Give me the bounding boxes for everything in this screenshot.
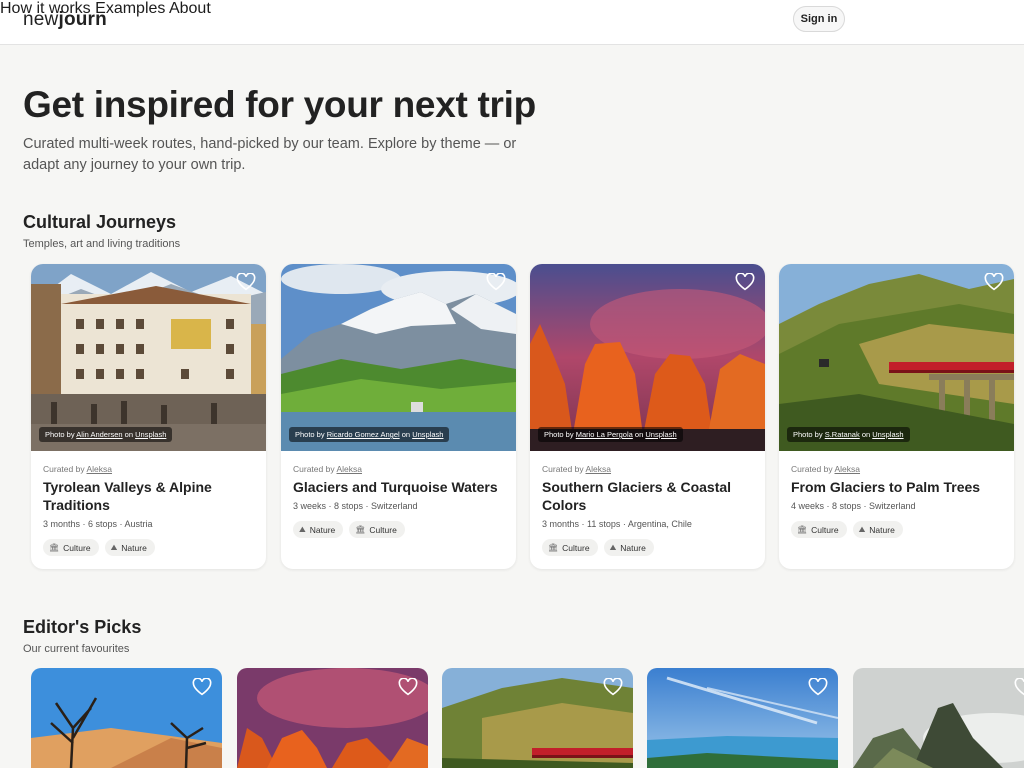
section-title-cultural: Cultural Journeys [23,212,177,232]
favorite-heart-icon[interactable] [486,273,506,291]
journey-title[interactable]: Glaciers and Turquoise Waters [293,478,503,496]
pick-card[interactable] [31,668,222,768]
tag-culture: 🏛 Culture [43,539,99,556]
photographer-link[interactable]: Mario La Pergola [576,430,633,439]
journey-meta: 3 months · 11 stops · Argentina, Chile [542,519,692,529]
site-header: newjourn How it works Examples About Sig… [0,0,1024,45]
journey-photo: Photo by S.Ratanak on Unsplash [779,264,1014,451]
photographer-link[interactable]: Alin Andersen [76,430,122,439]
pick-card[interactable] [237,668,428,768]
mountain-icon: ⛰ [299,524,306,534]
journey-title[interactable]: Southern Glaciers & Coastal Colors [542,478,752,514]
journey-card[interactable]: Photo by S.Ratanak on Unsplash Curated b… [779,264,1014,569]
tag-culture: 🏛 Culture [542,539,598,556]
unsplash-link[interactable]: Unsplash [645,430,676,439]
section-subtitle-cultural: Temples, art and living traditions [23,238,181,250]
favorite-heart-icon[interactable] [603,678,623,696]
tag-culture: 🏛 Culture [791,521,847,538]
journey-photo: Photo by Ricardo Gomez Angel on Unsplash [281,264,516,451]
pick-card[interactable] [442,668,633,768]
journey-meta: 3 weeks · 8 stops · Switzerland [293,501,418,511]
tag-nature: ⛰ Nature [104,539,155,556]
temple-icon: 🏛 [797,525,808,534]
section-subtitle-picks: Our current favourites [23,643,130,655]
favorite-heart-icon[interactable] [808,678,828,696]
journey-card[interactable]: Photo by Mario La Pergola on Unsplash Cu… [530,264,765,569]
curator-link[interactable]: Aleksa [835,464,861,474]
curator-link[interactable]: Aleksa [87,464,113,474]
tag-nature: ⛰ Nature [852,521,903,538]
unsplash-link[interactable]: Unsplash [135,430,166,439]
page-subtitle: Curated multi-week routes, hand-picked b… [23,136,517,173]
curator-line: Curated by Aleksa [293,464,363,474]
tag-nature: ⛰ Nature [293,521,344,538]
mountain-icon: ⛰ [110,542,118,552]
curator-link[interactable]: Aleksa [337,464,363,474]
pick-card[interactable] [647,668,838,768]
journey-photo: Photo by Mario La Pergola on Unsplash [530,264,765,451]
journey-photo: Photo by Alin Andersen on Unsplash [31,264,266,451]
photo-credit: Photo by Alin Andersen on Unsplash [39,427,173,442]
favorite-heart-icon[interactable] [984,273,1004,291]
journey-card[interactable]: Photo by Alin Andersen on Unsplash Curat… [31,264,266,569]
journey-title[interactable]: Tyrolean Valleys & Alpine Traditions [43,478,253,514]
favorite-heart-icon[interactable] [735,273,755,291]
journey-card[interactable]: Photo by Ricardo Gomez Angel on Unsplash… [281,264,516,569]
temple-icon: 🏛 [355,525,366,534]
favorite-heart-icon[interactable] [1014,678,1024,696]
journey-meta: 4 weeks · 8 stops · Switzerland [791,501,916,511]
logo[interactable]: newjourn [23,9,107,31]
favorite-heart-icon[interactable] [398,678,418,696]
temple-icon: 🏛 [548,543,559,552]
section-title-picks: Editor's Picks [23,617,142,637]
nav-about[interactable]: About [169,0,211,17]
curator-line: Curated by Aleksa [542,464,612,474]
curator-line: Curated by Aleksa [791,464,861,474]
tag-culture: 🏛 Culture [349,521,405,538]
tag-nature: ⛰ Nature [603,539,654,556]
photo-credit: Photo by Ricardo Gomez Angel on Unsplash [289,427,450,442]
unsplash-link[interactable]: Unsplash [872,430,903,439]
curator-line: Curated by Aleksa [43,464,113,474]
favorite-heart-icon[interactable] [236,273,256,291]
curator-link[interactable]: Aleksa [586,464,612,474]
journey-meta: 3 months · 6 stops · Austria [43,519,153,529]
page-title: Get inspired for your next trip [23,84,536,125]
mountain-icon: ⛰ [609,542,617,552]
photo-credit: Photo by S.Ratanak on Unsplash [787,427,910,442]
photo-credit: Photo by Mario La Pergola on Unsplash [538,427,683,442]
temple-icon: 🏛 [49,543,60,552]
journey-title[interactable]: From Glaciers to Palm Trees [791,478,1001,496]
favorite-heart-icon[interactable] [192,678,212,696]
pick-card[interactable] [853,668,1024,768]
mountain-icon: ⛰ [858,524,866,534]
unsplash-link[interactable]: Unsplash [412,430,443,439]
photographer-link[interactable]: Ricardo Gomez Angel [327,430,400,439]
photographer-link[interactable]: S.Ratanak [825,430,860,439]
sign-in-button[interactable]: Sign in [793,6,845,32]
